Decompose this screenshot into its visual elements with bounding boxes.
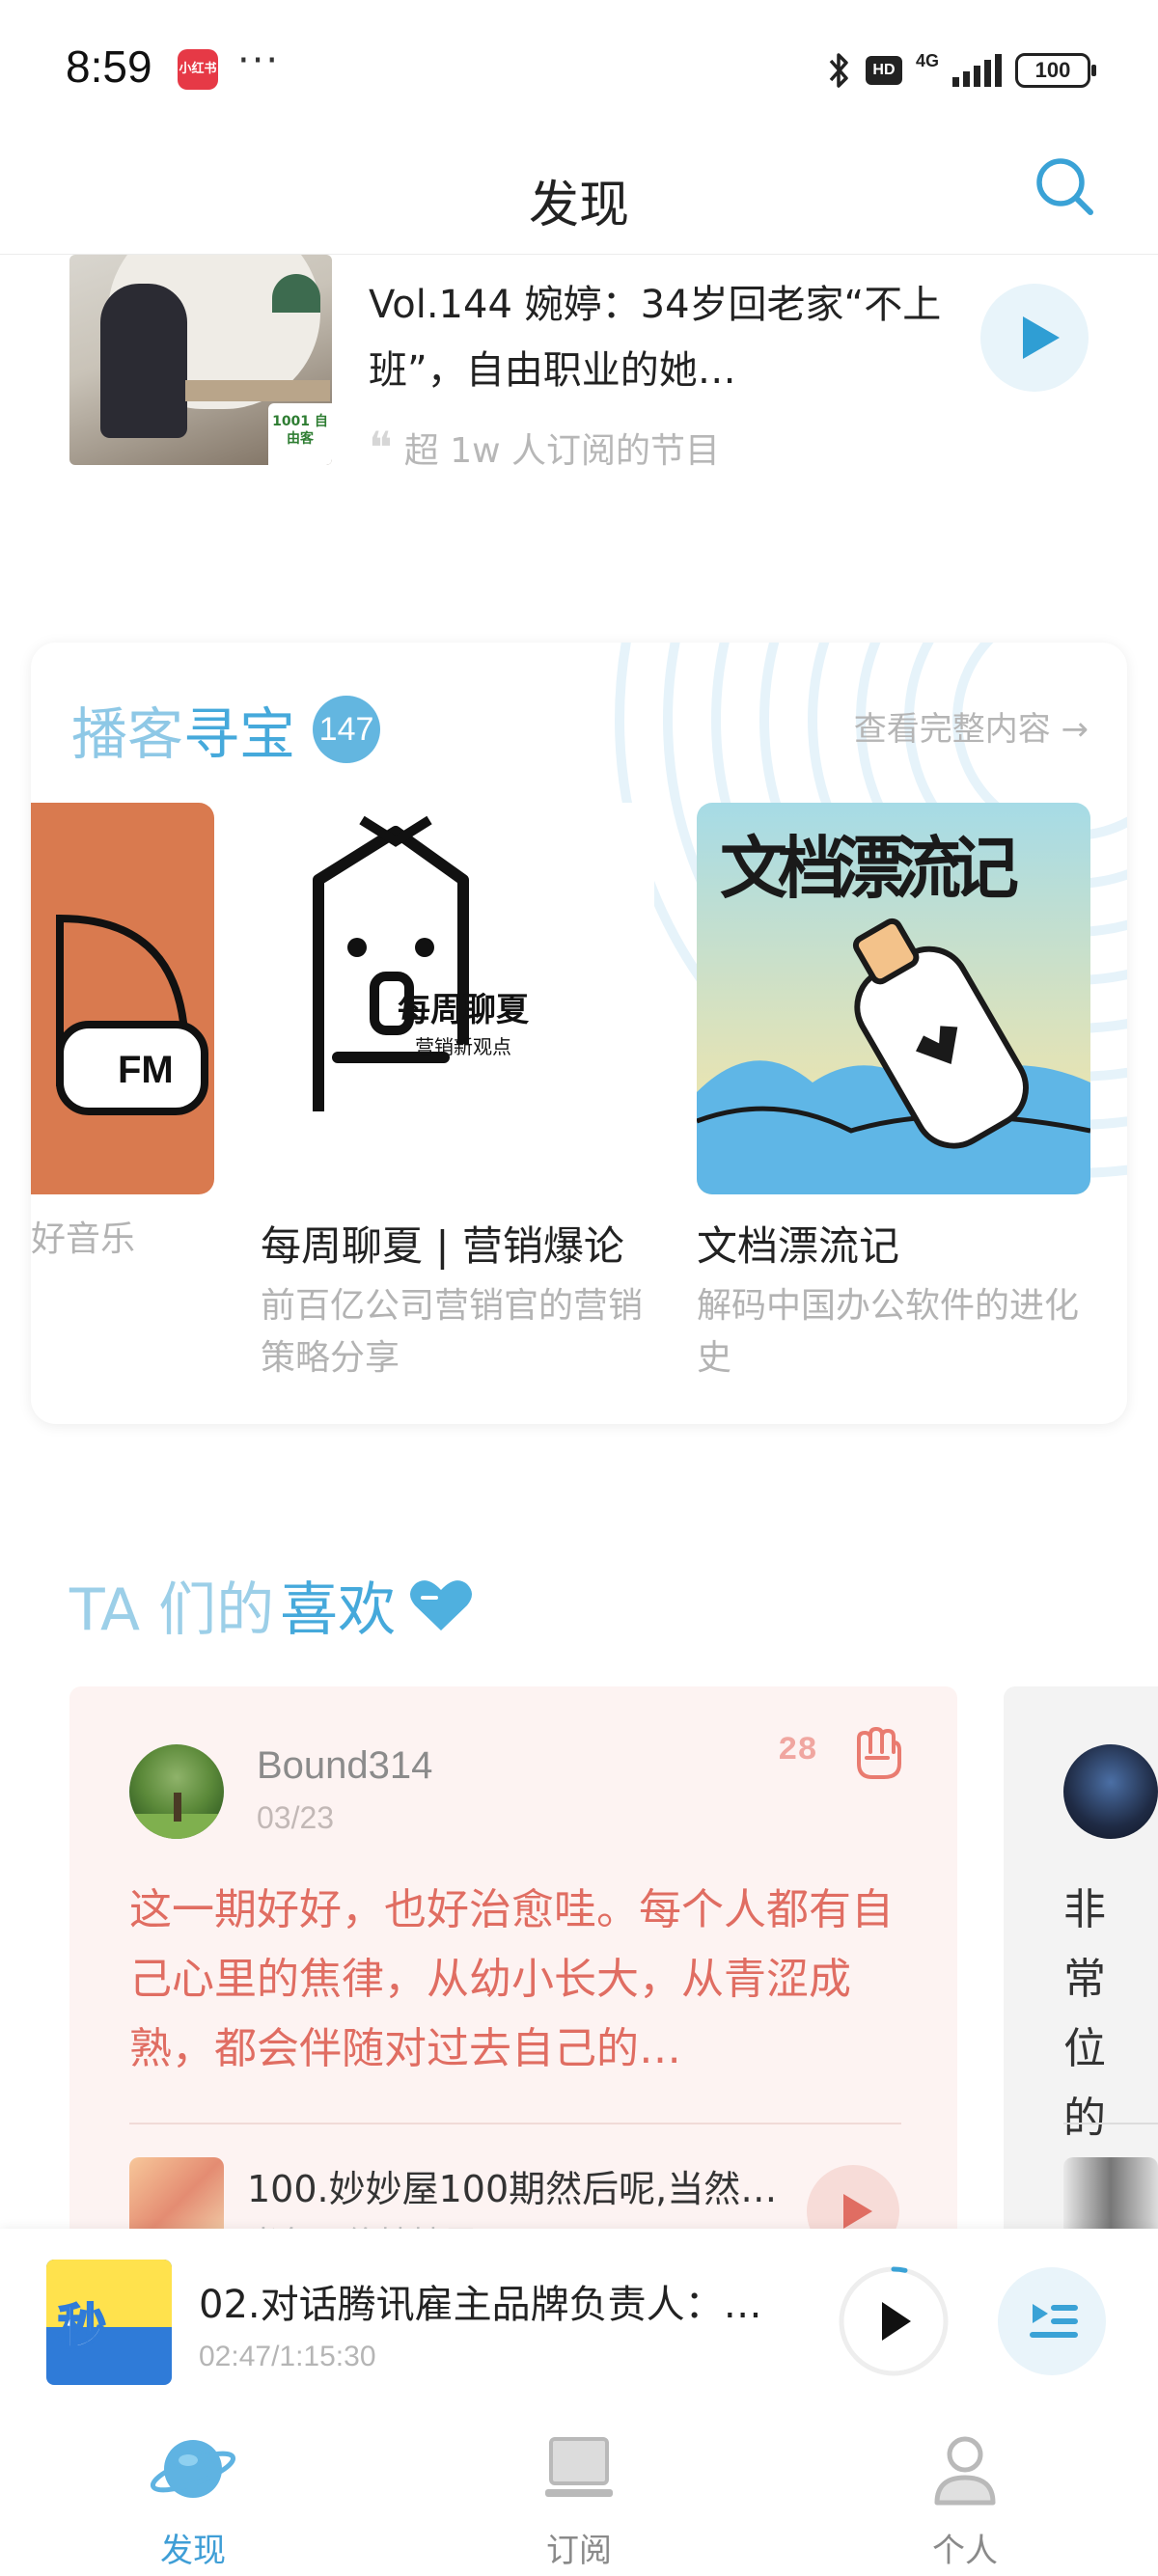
- playlist-icon: [1030, 2304, 1078, 2338]
- avatar[interactable]: [129, 1744, 224, 1839]
- now-playing-cover[interactable]: 秒: [46, 2260, 172, 2385]
- radio-logo-text: FM: [118, 1049, 174, 1091]
- planet-icon: [150, 2440, 236, 2498]
- comment-date: 03/23: [257, 1800, 335, 1835]
- nav-label: 发现: [160, 2532, 226, 2570]
- bottle-wave-logo-icon: 文档漂流记: [697, 829, 1090, 1194]
- treasure-title: 播客 寻宝 147: [71, 689, 381, 770]
- podcast-desc: 解码中国办公软件的进化史: [697, 1286, 1080, 1378]
- featured-episode-title[interactable]: Vol.144 婉婷：34岁回老家“不上班”，自由职业的她…: [369, 272, 967, 403]
- heart-icon: [410, 1579, 473, 1631]
- now-playing-time: 02:47/1:15:30: [199, 2341, 376, 2372]
- app-header: 发现: [0, 135, 1158, 255]
- fist-like-icon[interactable]: [849, 1725, 907, 1783]
- nav-tab-profile[interactable]: 个人: [772, 2404, 1158, 2576]
- featured-episode[interactable]: 1001 自由客 Vol.144 婉婷：34岁回老家“不上班”，自由职业的她… …: [69, 255, 1092, 471]
- comment-user-name[interactable]: Bound314: [257, 1744, 432, 1788]
- nav-label: 个人: [932, 2532, 998, 2570]
- house-face-logo-icon: 每周聊夏 营销新观点: [313, 815, 530, 1111]
- nav-label: 订阅: [546, 2532, 612, 2570]
- podcast-item[interactable]: 文档漂流记 文档漂流记 解码中国办公软件的进化史: [697, 803, 1090, 1384]
- featured-episode-subtitle: ❝ 超 1w 人订阅的节目: [369, 423, 720, 473]
- divider: [1063, 2123, 1158, 2124]
- more-notifications-icon: ···: [237, 39, 281, 83]
- playlist-button[interactable]: [998, 2267, 1106, 2375]
- podcast-cover[interactable]: 文档漂流记: [697, 803, 1090, 1194]
- divider: [129, 2123, 901, 2124]
- podcast-item[interactable]: FM 好音乐: [31, 803, 214, 1266]
- treasure-count-badge: 147: [313, 696, 381, 763]
- now-playing-title[interactable]: 02.对话腾讯雇主品牌负责人：…: [199, 2273, 787, 2329]
- podcast-cover[interactable]: 每周聊夏 营销新观点: [261, 803, 654, 1194]
- search-icon[interactable]: [1029, 151, 1100, 222]
- radio-logo-icon: FM: [56, 914, 208, 1115]
- person-icon: [934, 2436, 996, 2506]
- status-bar: 8:59 小红书 ··· HD 4G 100: [0, 0, 1158, 135]
- ta-likes-section-title: TA 们的 喜欢: [69, 1563, 475, 1647]
- comment-card[interactable]: Bound314 03/23 28 这一期好好，也好治愈哇。每个人都有自己心里的…: [69, 1686, 957, 2265]
- nav-tab-subscribe[interactable]: 订阅: [386, 2404, 772, 2576]
- status-time: 8:59: [66, 41, 152, 92]
- signal-icon: [952, 54, 1002, 87]
- podcast-item[interactable]: 每周聊夏 营销新观点 每周聊夏 | 营销爆论 前百亿公司营销官的营销策略分享: [261, 803, 654, 1384]
- quote-icon: ❝: [369, 422, 393, 474]
- mini-player[interactable]: 秒 02.对话腾讯雇主品牌负责人：… 02:47/1:15:30: [0, 2229, 1158, 2404]
- xiaohongshu-app-icon: 小红书: [178, 49, 218, 90]
- featured-episode-cover[interactable]: 1001 自由客: [69, 255, 332, 465]
- podcast-logo-text: 文档漂流记: [720, 829, 1019, 908]
- podcast-title: 每周聊夏 | 营销爆论: [261, 1222, 624, 1270]
- episode-title[interactable]: 100.妙妙屋100期然后呢,当然…: [247, 2159, 845, 2212]
- comment-text[interactable]: 这一期好好，也好治愈哇。每个人都有自己心里的焦律，从幼小长大，从青涩成熟，都会伴…: [129, 1876, 901, 2084]
- featured-play-button[interactable]: [980, 284, 1089, 392]
- page-title: 发现: [528, 177, 629, 234]
- laptop-icon: [545, 2437, 613, 2497]
- podcast-desc: 好音乐: [31, 1219, 136, 1259]
- podcast-desc: 前百亿公司营销官的营销策略分享: [261, 1286, 644, 1378]
- podcast-logo-badge: 1001 自由客: [268, 403, 332, 465]
- avatar[interactable]: [1063, 1744, 1158, 1839]
- like-count: 28: [778, 1733, 817, 1769]
- podcast-cover[interactable]: FM: [31, 803, 214, 1194]
- comment-card[interactable]: 非常位的羞耻: [1004, 1686, 1158, 2265]
- hd-icon: HD: [865, 56, 902, 85]
- bluetooth-icon: [829, 53, 848, 88]
- subscriber-note: 超 1w 人订阅的节目: [403, 431, 721, 471]
- battery-icon: 100: [1015, 53, 1096, 88]
- podcast-treasure-card: 播客 寻宝 147 查看完整内容 → FM 好音乐 每周聊夏 营销新观点 每周聊…: [31, 643, 1127, 1424]
- bottom-nav: 发现 订阅 个人: [0, 2404, 1158, 2576]
- podcast-logo-text: 每周聊夏: [398, 991, 530, 1029]
- network-type: 4G: [915, 50, 939, 70]
- play-button[interactable]: [836, 2263, 951, 2379]
- status-indicators: HD 4G 100: [827, 46, 1096, 95]
- now-playing-cover-text: 秒: [57, 2298, 107, 2356]
- podcast-title: 文档漂流记: [697, 1222, 900, 1270]
- view-all-link[interactable]: 查看完整内容 →: [854, 702, 1089, 750]
- podcast-logo-subtext: 营销新观点: [415, 1035, 511, 1058]
- nav-tab-discover[interactable]: 发现: [0, 2404, 386, 2576]
